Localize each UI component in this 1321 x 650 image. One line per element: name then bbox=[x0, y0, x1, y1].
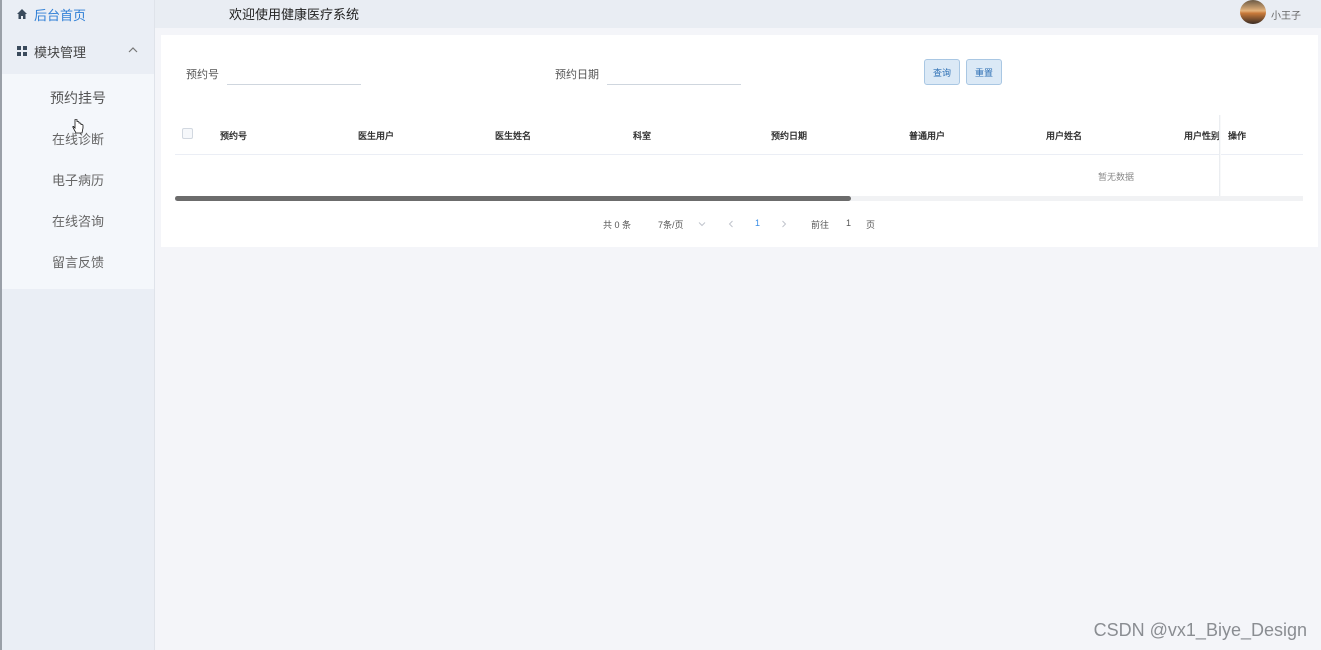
top-header: 欢迎使用健康医疗系统 小王子 bbox=[155, 0, 1321, 28]
select-all-checkbox[interactable] bbox=[182, 128, 193, 139]
welcome-title: 欢迎使用健康医疗系统 bbox=[229, 7, 360, 22]
fixed-column-divider bbox=[1219, 115, 1221, 199]
watermark: CSDN @vx1_Biye_Design bbox=[1093, 620, 1307, 640]
next-page-icon[interactable] bbox=[780, 220, 788, 228]
column-header[interactable]: 预约日期 bbox=[771, 129, 807, 142]
sidebar-item-medical-record[interactable]: 电子病历 bbox=[2, 160, 154, 201]
appointment-date-input[interactable] bbox=[607, 61, 741, 85]
sidebar-item-online-consult[interactable]: 在线咨询 bbox=[2, 201, 154, 242]
horizontal-scrollbar-thumb[interactable] bbox=[175, 196, 851, 201]
sidebar: 后台首页 模块管理 预约挂号 在线诊断 电子病历 在线咨询 留言反馈 bbox=[0, 0, 155, 650]
page-suffix: 页 bbox=[866, 220, 876, 230]
sidebar-group-label: 模块管理 bbox=[34, 44, 87, 60]
appointment-date-label: 预约日期 bbox=[555, 69, 599, 81]
query-button[interactable]: 查询 bbox=[924, 59, 961, 85]
grid-icon bbox=[17, 46, 27, 56]
prev-page-icon[interactable] bbox=[727, 220, 735, 228]
column-header[interactable]: 预约号 bbox=[220, 129, 247, 142]
column-header[interactable]: 医生用户 bbox=[358, 129, 394, 142]
sidebar-item-home[interactable]: 后台首页 bbox=[2, 0, 154, 28]
username[interactable]: 小王子 bbox=[1271, 7, 1301, 22]
column-header[interactable]: 普通用户 bbox=[909, 129, 945, 142]
chevron-up-icon[interactable] bbox=[128, 45, 138, 55]
chevron-down-icon[interactable] bbox=[698, 220, 706, 228]
main-card: 预约号 预约日期 查询 重置 预约号 医生用户 医生姓名 科室 预约日期 普通用… bbox=[161, 35, 1318, 247]
table-header: 预约号 医生用户 医生姓名 科室 预约日期 普通用户 用户姓名 用户性别 操作 bbox=[175, 118, 1303, 155]
sidebar-group-modules[interactable]: 模块管理 bbox=[2, 28, 154, 74]
reset-button[interactable]: 重置 bbox=[966, 59, 1003, 85]
sidebar-submenu: 预约挂号 在线诊断 电子病历 在线咨询 留言反馈 bbox=[2, 74, 154, 289]
column-header[interactable]: 用户性别 bbox=[1184, 129, 1220, 142]
sidebar-item-appointment[interactable]: 预约挂号 bbox=[2, 78, 154, 119]
avatar[interactable] bbox=[1240, 0, 1266, 24]
sidebar-home-label: 后台首页 bbox=[34, 7, 87, 23]
pagination-total: 共 0 条 bbox=[603, 220, 632, 230]
column-header[interactable]: 医生姓名 bbox=[495, 129, 531, 142]
home-icon bbox=[17, 9, 27, 19]
goto-page-input[interactable]: 1 bbox=[846, 218, 851, 228]
action-column-header: 操作 bbox=[1228, 131, 1247, 141]
appointment-no-input[interactable] bbox=[227, 61, 361, 85]
page-size-select[interactable]: 7条/页 bbox=[658, 218, 684, 231]
column-header[interactable]: 用户姓名 bbox=[1046, 129, 1082, 142]
sidebar-item-feedback[interactable]: 留言反馈 bbox=[2, 242, 154, 283]
goto-label: 前往 bbox=[811, 220, 830, 230]
empty-table-text: 暂无数据 bbox=[1098, 172, 1135, 182]
current-page-number[interactable]: 1 bbox=[755, 218, 760, 228]
appointment-no-label: 预约号 bbox=[186, 69, 219, 81]
hand-cursor-icon bbox=[72, 119, 84, 134]
column-header[interactable]: 科室 bbox=[633, 129, 651, 142]
